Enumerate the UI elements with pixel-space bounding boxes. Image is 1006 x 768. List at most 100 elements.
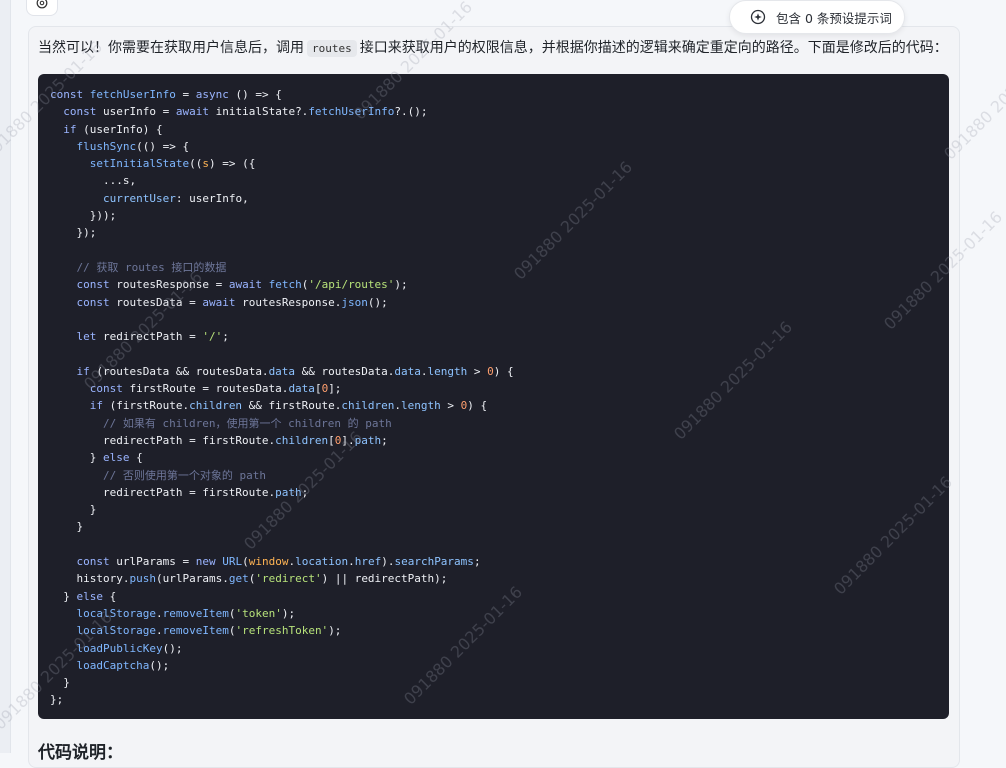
code-token: location: [295, 555, 349, 569]
code-line: }: [50, 501, 949, 518]
code-token: (routesData && routesData.: [89, 364, 269, 378]
code-token: children: [341, 399, 395, 413]
code-token: ) => ({: [208, 157, 256, 171]
code-token: loadCaptcha: [76, 658, 150, 672]
intro-text-after: 接口来获取用户的权限信息，并根据你描述的逻辑来确定重定向的路径。下面是修改后的代…: [359, 40, 948, 56]
code-line: }: [50, 518, 949, 535]
code-token: data: [268, 364, 296, 378]
intro-text-before: 当然可以！你需要在获取用户信息后，调用: [38, 40, 304, 56]
code-token: ).: [381, 555, 395, 569]
code-token: href: [354, 555, 382, 569]
inline-code-routes: routes: [307, 40, 357, 57]
code-token: 'refreshToken': [235, 624, 329, 638]
code-token: setInitialState: [89, 157, 190, 171]
code-token: json: [341, 295, 368, 309]
code-token: redirectPath =: [102, 330, 203, 344]
code-token: // 否则使用第一个对象的 path: [50, 468, 266, 482]
code-token: ];: [328, 382, 342, 396]
code-token: fetch: [268, 278, 302, 292]
code-token: // 如果有 children，使用第一个 children 的 path: [50, 416, 392, 430]
code-token: ;: [301, 485, 309, 499]
preset-pill-label: 包含 0 条预设提示词: [776, 10, 892, 26]
code-line: localStorage.removeItem('token');: [50, 605, 949, 622]
code-token: path: [275, 485, 302, 499]
code-block: const fetchUserInfo = async () => { cons…: [38, 74, 949, 719]
code-token: '/': [202, 330, 223, 344]
code-token: // 获取 routes 接口的数据: [50, 260, 227, 274]
bot-avatar: [26, 0, 58, 16]
code-line: localStorage.removeItem('refreshToken');: [50, 622, 949, 639]
code-token: '/api/routes': [308, 278, 395, 292]
code-line: redirectPath = firstRoute.children[0].pa…: [50, 432, 949, 449]
code-token: && firstRoute.: [242, 399, 342, 413]
code-token: .: [155, 624, 163, 638]
code-line: const userInfo = await initialState?.fet…: [50, 103, 949, 120]
code-token: userInfo =: [102, 105, 176, 119]
code-line: } else {: [50, 449, 949, 466]
code-line: } else {: [50, 588, 949, 605]
code-line: loadPublicKey();: [50, 640, 949, 657]
code-token: get: [228, 572, 249, 586]
code-token: loadPublicKey: [76, 641, 163, 655]
code-line: ...s,: [50, 172, 949, 189]
code-token: removeItem: [162, 624, 229, 638]
code-token: const: [50, 555, 117, 569]
code-token: 'redirect': [255, 572, 322, 586]
code-token: (userInfo) {: [76, 122, 163, 136]
code-token: URL: [222, 555, 243, 569]
code-token: .: [420, 364, 428, 378]
code-token: window: [248, 555, 289, 569]
code-line: // 如果有 children，使用第一个 children 的 path: [50, 415, 949, 432]
code-token: currentUser: [102, 191, 176, 205]
preset-prompts-button[interactable]: 包含 0 条预设提示词: [729, 0, 905, 34]
code-token: (() => {: [136, 139, 190, 153]
code-token: initialState?.: [215, 105, 309, 119]
code-token: .: [348, 555, 355, 569]
code-token: removeItem: [162, 606, 229, 620]
code-line: let redirectPath = '/';: [50, 328, 949, 345]
code-token: data: [394, 364, 421, 378]
code-token: 0: [487, 364, 494, 378]
code-token: }: [50, 589, 77, 603]
section-heading: 代码说明：: [38, 743, 123, 763]
code-token: ?.();: [394, 105, 428, 119]
code-line: loadCaptcha();: [50, 657, 949, 674]
code-token: (urlParams.: [155, 572, 229, 586]
code-token: 'token': [235, 606, 282, 620]
code-token: if: [50, 364, 90, 378]
code-line: if (firstRoute.children && firstRoute.ch…: [50, 397, 949, 414]
code-line: flushSync(() => {: [50, 138, 949, 155]
code-token: );: [394, 278, 408, 292]
code-token: };: [50, 693, 64, 707]
code-line: if (userInfo) {: [50, 121, 949, 138]
code-token: fetchUserInfo: [89, 88, 176, 101]
code-lines: const fetchUserInfo = async () => { cons…: [50, 86, 949, 709]
code-token: if: [50, 399, 103, 413]
code-token: ) {: [493, 364, 514, 378]
code-token: children: [275, 433, 329, 447]
code-token: >: [440, 399, 461, 413]
code-line: currentUser: userInfo,: [50, 190, 949, 207]
code-token: history.: [50, 572, 130, 586]
code-line: redirectPath = firstRoute.path;: [50, 484, 949, 501]
code-token: else: [76, 589, 104, 603]
code-token: }: [50, 676, 70, 690]
code-token: flushSync: [76, 139, 137, 153]
code-token: ();: [149, 658, 170, 672]
code-token: (firstRoute.: [102, 399, 190, 413]
code-line: });: [50, 224, 949, 241]
left-rail: [0, 0, 11, 753]
code-token: const: [50, 382, 130, 396]
code-token: routesData =: [116, 295, 203, 309]
code-token: }));: [50, 209, 117, 223]
code-line: // 否则使用第一个对象的 path: [50, 467, 949, 484]
code-line: }: [50, 674, 949, 691]
code-line: setInitialState((s) => ({: [50, 155, 949, 172]
code-line: const firstRoute = routesData.data[0];: [50, 380, 949, 397]
